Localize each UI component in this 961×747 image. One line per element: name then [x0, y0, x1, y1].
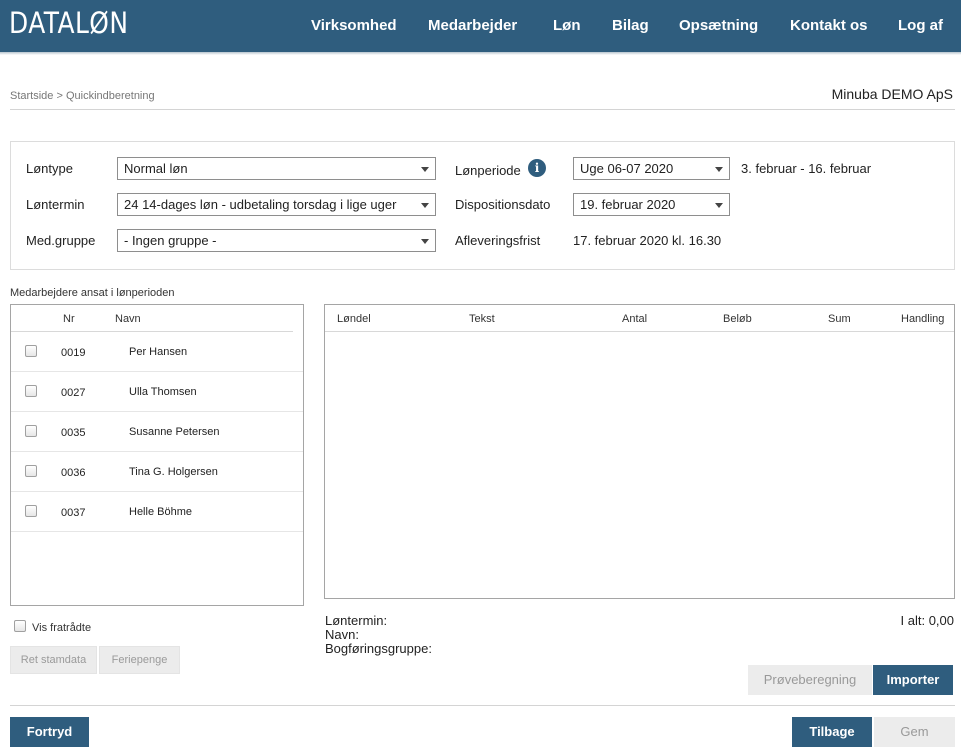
lonperiode-range: 3. februar - 16. februar [741, 161, 872, 176]
lontermin-select[interactable]: 24 14-dages løn - udbetaling torsdag i l… [117, 193, 436, 216]
company-name: Minuba DEMO ApS [831, 86, 953, 102]
proveberegning-button[interactable]: Prøveberegning [748, 665, 872, 695]
lonperiode-value: Uge 06-07 2020 [580, 161, 674, 176]
employee-nr: 0027 [61, 387, 86, 399]
vis-fratradte-label[interactable]: Vis fratrådte [32, 622, 91, 634]
afleveringsfrist-label: Afleveringsfrist [455, 233, 541, 248]
datalon-logo[interactable]: DATALØN [9, 7, 128, 39]
gem-button[interactable]: Gem [874, 717, 955, 747]
column-header-navn[interactable]: Navn [115, 313, 141, 325]
lontermin-label: Løntermin [26, 197, 85, 212]
breadcrumb-divider [10, 109, 955, 110]
vis-fratradte-checkbox[interactable] [14, 620, 26, 632]
chevron-down-icon [421, 203, 429, 208]
employee-checkbox[interactable] [25, 345, 37, 357]
employee-row[interactable]: 0027 Ulla Thomsen [11, 372, 303, 412]
lonperiode-select[interactable]: Uge 06-07 2020 [573, 157, 730, 180]
top-bar-shadow [0, 52, 961, 55]
column-header-handling[interactable]: Handling [901, 313, 944, 325]
dispositionsdato-select[interactable]: 19. februar 2020 [573, 193, 730, 216]
nav-lon[interactable]: Løn [553, 0, 581, 52]
chevron-down-icon [421, 167, 429, 172]
summary-lontermin: Løntermin: [325, 613, 388, 628]
column-header-tekst[interactable]: Tekst [469, 313, 495, 325]
column-header-londel[interactable]: Løndel [337, 313, 371, 325]
summary-navn: Navn: [325, 627, 359, 642]
chevron-down-icon [715, 203, 723, 208]
column-header-antal[interactable]: Antal [622, 313, 647, 325]
employee-checkbox[interactable] [25, 425, 37, 437]
employee-checkbox[interactable] [25, 385, 37, 397]
lonperiode-label: Lønperiode [455, 163, 521, 178]
dispositionsdato-value: 19. februar 2020 [580, 197, 676, 212]
summary-bogforingsgruppe: Bogføringsgruppe: [325, 641, 432, 656]
employee-row[interactable]: 0019 Per Hansen [11, 332, 303, 372]
employee-name: Ulla Thomsen [129, 386, 197, 398]
employee-checkbox[interactable] [25, 465, 37, 477]
employee-name: Per Hansen [129, 346, 188, 358]
breadcrumb[interactable]: Startside > Quickindberetning [10, 90, 155, 102]
nav-medarbejder[interactable]: Medarbejder [428, 0, 517, 52]
nav-virksomhed[interactable]: Virksomhed [311, 0, 397, 52]
pay-lines-header: Løndel Tekst Antal Beløb Sum Handling [325, 305, 954, 332]
lontype-value: Normal løn [124, 161, 188, 176]
employee-nr: 0019 [61, 347, 86, 359]
lontype-select[interactable]: Normal løn [117, 157, 436, 180]
ret-stamdata-button[interactable]: Ret stamdata [10, 646, 97, 674]
employee-nr: 0035 [61, 427, 86, 439]
nav-bilag[interactable]: Bilag [612, 0, 649, 52]
chevron-down-icon [715, 167, 723, 172]
fortryd-button[interactable]: Fortryd [10, 717, 89, 747]
footer-divider [10, 705, 955, 706]
lontermin-value: 24 14-dages løn - udbetaling torsdag i l… [124, 197, 397, 212]
top-navigation-bar: DATALØN Virksomhed Medarbejder Løn Bilag… [0, 0, 961, 52]
column-header-belob[interactable]: Beløb [723, 313, 752, 325]
column-header-sum[interactable]: Sum [828, 313, 851, 325]
employee-list-header: Nr Navn [11, 305, 293, 332]
employee-list: Nr Navn 0019 Per Hansen 0027 Ulla Thomse… [10, 304, 304, 606]
employee-row[interactable]: 0037 Helle Böhme [11, 492, 303, 532]
employee-name: Tina G. Holgersen [129, 466, 218, 478]
employee-nr: 0036 [61, 467, 86, 479]
chevron-down-icon [421, 239, 429, 244]
medgruppe-select[interactable]: - Ingen gruppe - [117, 229, 436, 252]
medgruppe-value: - Ingen gruppe - [124, 233, 217, 248]
dispositionsdato-label: Dispositionsdato [455, 197, 551, 212]
employee-checkbox[interactable] [25, 505, 37, 517]
feriepenge-button[interactable]: Feriepenge [99, 646, 180, 674]
employee-name: Helle Böhme [129, 506, 192, 518]
nav-kontakt-os[interactable]: Kontakt os [790, 0, 868, 52]
lontype-label: Løntype [26, 161, 73, 176]
employee-row[interactable]: 0035 Susanne Petersen [11, 412, 303, 452]
tilbage-button[interactable]: Tilbage [792, 717, 872, 747]
afleveringsfrist-value: 17. februar 2020 kl. 16.30 [573, 233, 722, 248]
info-icon[interactable]: i [528, 159, 546, 177]
employee-nr: 0037 [61, 507, 86, 519]
nav-log-af[interactable]: Log af [898, 0, 943, 52]
employee-row[interactable]: 0036 Tina G. Holgersen [11, 452, 303, 492]
column-header-nr[interactable]: Nr [63, 313, 75, 325]
medgruppe-label: Med.gruppe [26, 233, 96, 248]
employee-name: Susanne Petersen [129, 426, 220, 438]
nav-opsaetning[interactable]: Opsætning [679, 0, 758, 52]
importer-button[interactable]: Importer [873, 665, 953, 695]
pay-lines-table: Løndel Tekst Antal Beløb Sum Handling [324, 304, 955, 599]
employee-list-caption: Medarbejdere ansat i lønperioden [10, 287, 175, 299]
total-amount: I alt: 0,00 [900, 613, 954, 628]
